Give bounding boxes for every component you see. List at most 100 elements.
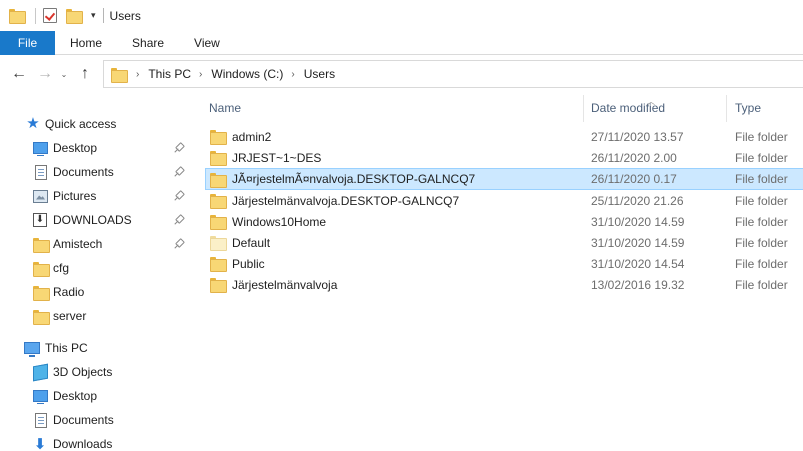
file-row[interactable]: Default 31/10/2020 14.59 File folder xyxy=(205,232,803,253)
file-type: File folder xyxy=(735,129,788,144)
pin-icon[interactable] xyxy=(173,166,185,178)
desktop-icon xyxy=(33,142,48,156)
nav-item-label: Documents xyxy=(53,165,114,179)
document-icon xyxy=(35,412,47,428)
nav-item-label: Downloads xyxy=(53,437,113,451)
file-type: File folder xyxy=(735,214,788,229)
nav-item-label: Quick access xyxy=(45,117,117,131)
file-date: 31/10/2020 14.59 xyxy=(591,235,685,250)
column-divider[interactable] xyxy=(583,95,584,122)
file-name: admin2 xyxy=(232,129,272,144)
file-row[interactable]: Windows10Home 31/10/2020 14.59 File fold… xyxy=(205,211,803,232)
desktop-icon xyxy=(33,390,48,404)
properties-icon[interactable] xyxy=(43,8,57,23)
column-header-type[interactable]: Type xyxy=(735,93,803,123)
file-type: File folder xyxy=(735,277,788,292)
nav-item-cfg[interactable]: cfg xyxy=(0,256,191,280)
title-bar: ▾ Users xyxy=(0,0,803,31)
nav-item-3d-objects[interactable]: 3D Objects xyxy=(0,360,191,384)
folder-icon xyxy=(210,278,227,293)
file-row[interactable]: JRJEST~1~DES 26/11/2020 2.00 File folder xyxy=(205,147,803,168)
forward-arrow-icon[interactable]: → xyxy=(35,65,55,83)
file-type: File folder xyxy=(735,150,788,165)
folder-icon xyxy=(210,257,227,272)
breadcrumb-windows-c[interactable]: Windows (C:) xyxy=(211,67,283,81)
breadcrumb-users[interactable]: Users xyxy=(304,67,335,81)
hidden-folder-icon xyxy=(210,236,227,251)
folder-icon xyxy=(33,261,50,277)
nav-item-label: 3D Objects xyxy=(53,365,113,379)
file-name-cell: JÃ¤rjestelmÃ¤nvalvoja.DESKTOP-GALNCQ7 xyxy=(210,172,476,188)
nav-item-label: Radio xyxy=(53,285,85,299)
breadcrumb-this-pc[interactable]: This PC xyxy=(148,67,191,81)
nav-item-this-pc[interactable]: This PC xyxy=(0,336,191,360)
column-header-label: Name xyxy=(209,101,242,115)
file-list: Name Date modified ︿ Type admin2 27/11/2… xyxy=(191,93,803,451)
file-date: 13/02/2016 19.32 xyxy=(591,277,685,292)
nav-item-label: DOWNLOADS xyxy=(53,213,132,227)
file-row[interactable]: Järjestelmänvalvoja 13/02/2016 19.32 Fil… xyxy=(205,274,803,295)
star-icon: ★ xyxy=(26,115,40,132)
nav-item-downloads-folder[interactable]: ⬇ DOWNLOADS xyxy=(0,208,191,232)
file-name: JÃ¤rjestelmÃ¤nvalvoja.DESKTOP-GALNCQ7 xyxy=(232,172,476,186)
file-name: Default xyxy=(232,235,271,250)
pin-icon[interactable] xyxy=(173,142,185,154)
pin-icon[interactable] xyxy=(173,214,185,226)
file-row-selected[interactable]: JÃ¤rjestelmÃ¤nvalvoja.DESKTOP-GALNCQ7 26… xyxy=(205,168,803,190)
pin-icon[interactable] xyxy=(173,190,185,202)
nav-item-downloads-pc[interactable]: ⬇ Downloads xyxy=(0,432,191,451)
file-name: JRJEST~1~DES xyxy=(232,150,322,165)
column-header-name[interactable]: Name xyxy=(209,93,584,123)
ribbon-tabs: File Home Share View xyxy=(0,31,803,55)
file-row[interactable]: admin2 27/11/2020 13.57 File folder xyxy=(205,126,803,147)
chevron-right-icon[interactable]: › xyxy=(136,69,139,80)
nav-item-server[interactable]: server xyxy=(0,304,191,328)
nav-item-documents-pc[interactable]: Documents xyxy=(0,408,191,432)
tab-file[interactable]: File xyxy=(0,31,55,55)
3d-objects-icon xyxy=(33,363,48,381)
folder-icon xyxy=(210,130,227,145)
nav-item-label: Desktop xyxy=(53,389,98,403)
tab-home[interactable]: Home xyxy=(55,31,117,55)
customize-qat-dropdown[interactable]: ▾ xyxy=(91,10,96,21)
nav-item-label: Documents xyxy=(53,413,114,427)
column-divider[interactable] xyxy=(726,95,727,122)
file-row[interactable]: Järjestelmänvalvoja.DESKTOP-GALNCQ7 25/1… xyxy=(205,190,803,211)
column-header-date[interactable]: Date modified xyxy=(591,93,719,123)
chevron-right-icon[interactable]: › xyxy=(291,69,294,80)
up-arrow-icon[interactable]: ↑ xyxy=(75,65,95,83)
recent-locations-chevron-icon[interactable]: ⌄ xyxy=(57,70,71,79)
title-divider xyxy=(102,8,104,23)
nav-item-desktop-pc[interactable]: Desktop xyxy=(0,384,191,408)
nav-item-quick-access[interactable]: ★ Quick access xyxy=(0,112,191,136)
file-name-cell: Public xyxy=(210,257,265,272)
file-type: File folder xyxy=(735,172,788,186)
folder-icon[interactable] xyxy=(9,9,26,24)
nav-item-label: Pictures xyxy=(53,189,97,203)
new-folder-icon[interactable] xyxy=(66,9,83,24)
pictures-icon xyxy=(33,189,48,203)
folder-icon xyxy=(33,285,50,301)
pin-icon[interactable] xyxy=(173,238,185,250)
folder-icon xyxy=(111,67,128,83)
navigation-pane: ★ Quick access Desktop Documents Picture… xyxy=(0,93,191,451)
tab-share[interactable]: Share xyxy=(117,31,179,55)
nav-item-documents[interactable]: Documents xyxy=(0,160,191,184)
file-row[interactable]: Public 31/10/2020 14.54 File folder xyxy=(205,253,803,274)
tab-view[interactable]: View xyxy=(179,31,235,55)
back-arrow-icon[interactable]: ← xyxy=(9,65,29,83)
nav-item-amistech[interactable]: Amistech xyxy=(0,232,191,256)
nav-item-radio[interactable]: Radio xyxy=(0,280,191,304)
chevron-right-icon[interactable]: › xyxy=(199,69,202,80)
nav-item-desktop[interactable]: Desktop xyxy=(0,136,191,160)
file-type: File folder xyxy=(735,235,788,250)
nav-item-label: Desktop xyxy=(53,141,98,155)
address-bar[interactable]: › This PC › Windows (C:) › Users xyxy=(103,60,803,88)
nav-item-pictures[interactable]: Pictures xyxy=(0,184,191,208)
nav-item-label: Amistech xyxy=(53,237,103,251)
nav-item-label: This PC xyxy=(45,341,88,355)
folder-icon xyxy=(33,309,50,325)
file-date: 26/11/2020 0.17 xyxy=(591,172,677,186)
download-arrow-icon: ⬇ xyxy=(33,435,47,451)
file-name: Windows10Home xyxy=(232,214,327,229)
